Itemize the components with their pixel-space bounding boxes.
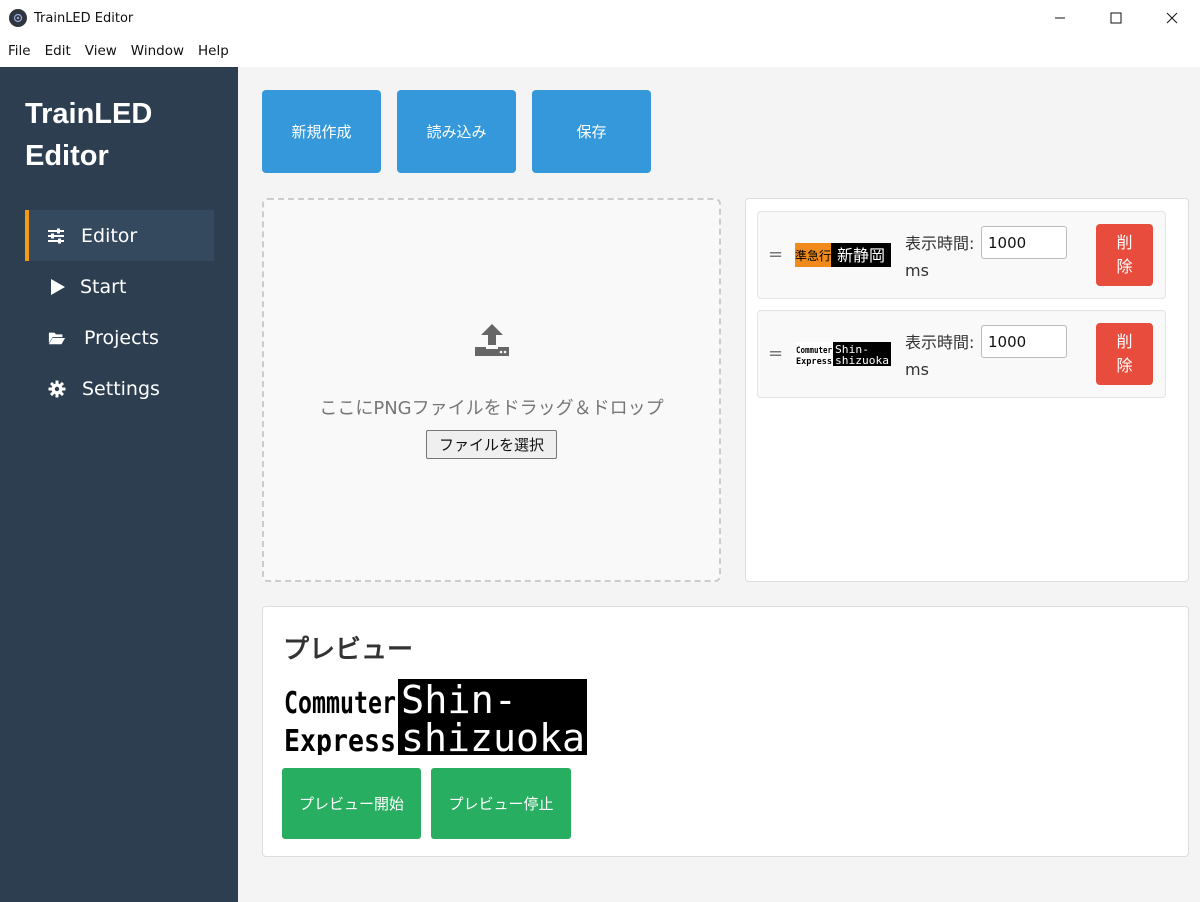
thumbnail-destination-text: 新静岡: [837, 246, 885, 265]
drag-handle[interactable]: =: [768, 343, 783, 364]
sidebar: TrainLED Editor Editor Start Projects Se…: [0, 67, 238, 902]
frame-thumbnail: Commuter Express Shin- shizuoka: [795, 342, 891, 366]
close-icon: [1166, 12, 1178, 24]
preview-start-button[interactable]: プレビュー開始: [282, 768, 421, 839]
maximize-icon: [1110, 12, 1122, 24]
save-button[interactable]: 保存: [532, 90, 651, 173]
menu-window[interactable]: Window: [124, 36, 191, 67]
sidebar-item-settings[interactable]: Settings: [25, 363, 214, 414]
play-icon: [46, 276, 68, 298]
gear-icon: [46, 378, 68, 400]
preview-led-image: Commuter Express Shin- shizuoka: [282, 678, 585, 760]
maximize-button[interactable]: [1088, 0, 1144, 36]
sidebar-item-start[interactable]: Start: [25, 261, 214, 312]
delete-frame-button[interactable]: 削除: [1096, 323, 1153, 385]
upload-icon: [475, 324, 509, 356]
choose-file-button[interactable]: ファイルを選択: [426, 430, 557, 459]
delete-frame-button[interactable]: 削除: [1096, 224, 1153, 286]
window-title: TrainLED Editor: [34, 10, 134, 26]
title-bar: TrainLED Editor: [0, 0, 1200, 36]
new-button[interactable]: 新規作成: [262, 90, 381, 173]
duration-unit: ms: [905, 261, 929, 280]
minimize-icon: [1055, 17, 1065, 19]
preview-panel: プレビュー Commuter Express Shin- shizuoka プレ…: [262, 606, 1189, 857]
window-controls: [1032, 0, 1200, 36]
thumbnail-type-text: 準急行: [795, 248, 831, 263]
frame-thumbnail-image: Commuter Express Shin- shizuoka: [795, 342, 889, 366]
preview-line-express: Express: [284, 724, 396, 755]
close-button[interactable]: [1144, 0, 1200, 36]
frame-item: = 準急行 新静岡 表示時間: ms 削除: [757, 211, 1166, 299]
logo-line-1: TrainLED: [25, 98, 153, 130]
dropzone-text: ここにPNGファイルをドラッグ＆ドロップ: [319, 398, 664, 419]
preview-display: Commuter Express Shin- shizuoka: [282, 678, 587, 760]
minimize-button[interactable]: [1032, 0, 1088, 36]
duration-label: 表示時間:: [905, 234, 975, 253]
app-icon: [9, 9, 27, 27]
sidebar-logo: TrainLED Editor: [25, 93, 215, 177]
frame-list-panel: = 準急行 新静岡 表示時間: ms 削除 = Commuter Express: [745, 198, 1189, 582]
logo-line-2: Editor: [25, 140, 109, 172]
menu-help[interactable]: Help: [191, 36, 236, 67]
preview-stop-button[interactable]: プレビュー停止: [431, 768, 571, 839]
menu-edit[interactable]: Edit: [38, 36, 78, 67]
sidebar-item-projects[interactable]: Projects: [25, 312, 214, 363]
png-dropzone[interactable]: ここにPNGファイルをドラッグ＆ドロップ ファイルを選択: [262, 198, 721, 582]
duration-label: 表示時間:: [905, 333, 975, 352]
thumbnail-line-express: Express: [796, 357, 832, 366]
folder-open-icon: [46, 327, 68, 349]
menu-bar: File Edit View Window Help: [0, 36, 1200, 67]
sidebar-item-editor[interactable]: Editor: [25, 210, 214, 261]
duration-input[interactable]: [981, 325, 1067, 358]
sidebar-item-label: Editor: [81, 224, 138, 247]
preview-line-shizuoka: shizuoka: [401, 716, 585, 755]
frame-item: = Commuter Express Shin- shizuoka 表示時間: …: [757, 310, 1166, 398]
menu-file[interactable]: File: [1, 36, 38, 67]
main-content: 新規作成 読み込み 保存 ここにPNGファイルをドラッグ＆ドロップ ファイルを選…: [238, 67, 1200, 902]
duration-input[interactable]: [981, 226, 1067, 259]
preview-title: プレビュー: [283, 635, 414, 665]
drag-handle[interactable]: =: [768, 244, 783, 265]
sliders-icon: [45, 225, 67, 247]
sidebar-item-label: Projects: [84, 326, 159, 349]
thumbnail-line-commuter: Commuter: [796, 346, 832, 356]
preview-line-commuter: Commuter: [284, 686, 396, 721]
thumbnail-line-shizuoka: shizuoka: [835, 354, 889, 366]
duration-unit: ms: [905, 360, 929, 379]
frame-thumbnail: 準急行 新静岡: [795, 243, 891, 267]
menu-view[interactable]: View: [78, 36, 124, 67]
load-button[interactable]: 読み込み: [397, 90, 516, 173]
frame-thumbnail-image: 準急行 新静岡: [795, 243, 885, 267]
sidebar-item-label: Start: [80, 275, 127, 298]
sidebar-item-label: Settings: [82, 377, 160, 400]
